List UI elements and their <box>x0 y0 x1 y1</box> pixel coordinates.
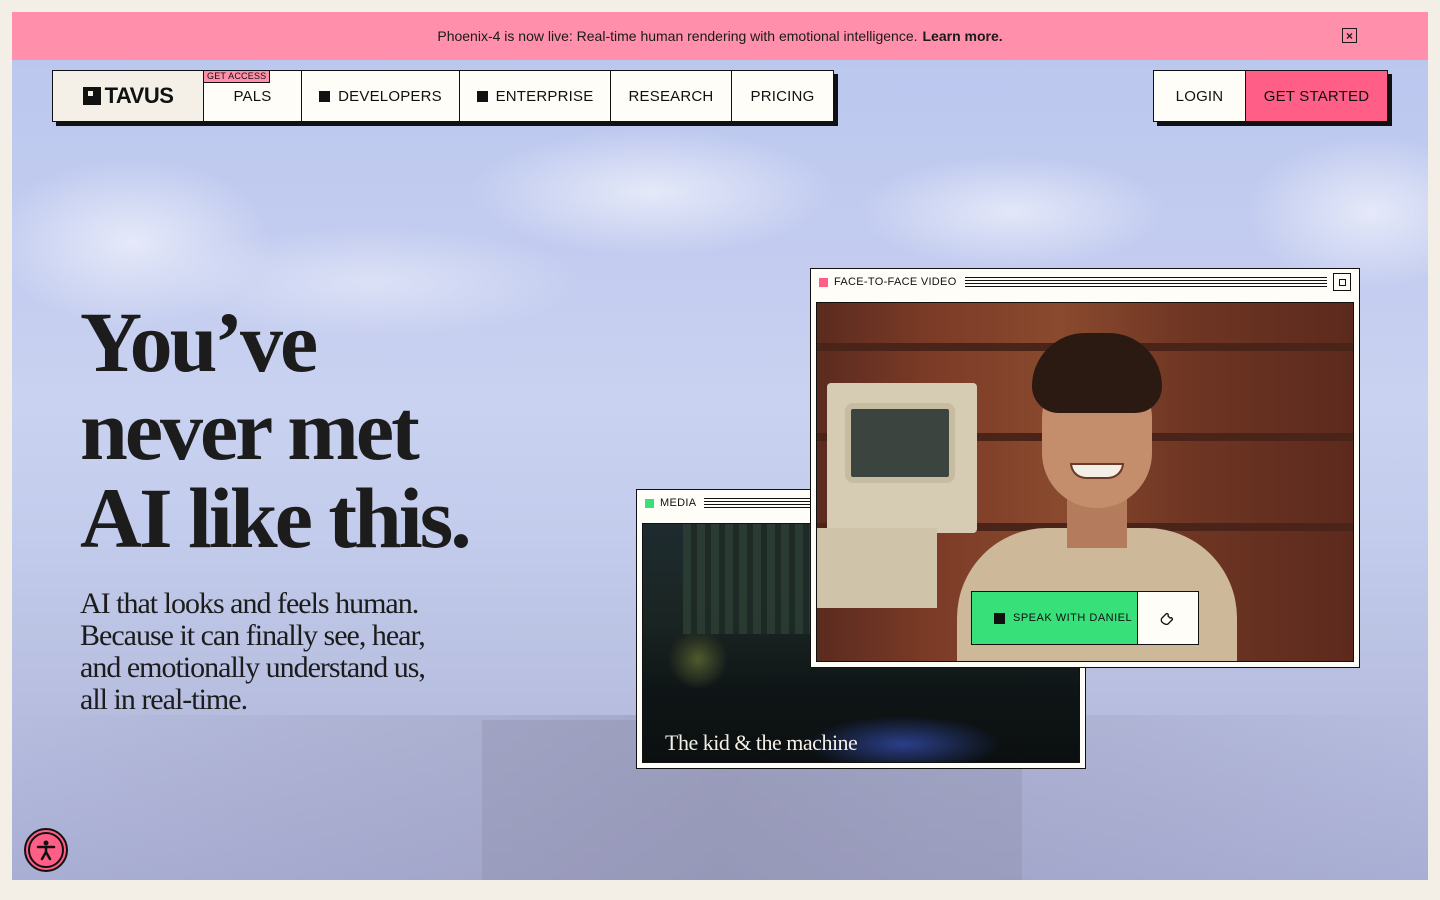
nav-item-label: PALS <box>233 87 272 105</box>
pink-dot-icon <box>819 277 828 287</box>
person-hair <box>1032 333 1162 413</box>
login-button[interactable]: LOGIN <box>1154 71 1245 121</box>
nav-item-enterprise[interactable]: ENTERPRISE <box>459 71 610 121</box>
get-started-button[interactable]: GET STARTED <box>1245 71 1387 121</box>
phone-icon <box>1160 612 1174 626</box>
square-icon <box>476 90 488 102</box>
square-icon <box>319 90 331 102</box>
speak-with-daniel-button[interactable]: SPEAK WITH DANIEL <box>972 592 1137 644</box>
hero-title: You’ve never met AI like this. <box>80 298 540 562</box>
media-scene-curtain <box>683 524 813 634</box>
phone-button[interactable] <box>1137 592 1198 644</box>
logo-text: TAVUS <box>104 83 174 108</box>
nav-item-label: RESEARCH <box>628 87 714 105</box>
nav-item-research[interactable]: RESEARCH <box>610 71 731 121</box>
main-nav: TAVUS GET ACCESS PALS DEVELOPERS ENTERPR… <box>52 70 834 122</box>
speak-controls: SPEAK WITH DANIEL <box>971 591 1199 645</box>
face-window-title: FACE-TO-FACE VIDEO <box>834 276 957 288</box>
media-window-title: MEDIA <box>660 497 697 509</box>
auth-nav: LOGIN GET STARTED <box>1153 70 1388 122</box>
speak-button-label: SPEAK WITH DANIEL <box>1013 612 1133 624</box>
green-dot-icon <box>645 498 654 508</box>
nav-item-label: PRICING <box>750 87 815 105</box>
hero-subtitle: AI that looks and feels human. Because i… <box>80 587 426 716</box>
person-smile <box>1070 463 1124 479</box>
nav-item-label: ENTERPRISE <box>495 87 594 105</box>
square-icon <box>994 612 1005 624</box>
face-to-face-window[interactable]: FACE-TO-FACE VIDEO SPEAK WITH DANIEL <box>810 268 1360 668</box>
hero-title-line: You’ve <box>80 294 318 390</box>
maximize-icon[interactable] <box>1333 273 1351 291</box>
close-icon[interactable]: × <box>1342 28 1357 43</box>
accessibility-button[interactable] <box>24 828 68 872</box>
hero-title-line: never met <box>80 382 420 478</box>
announcement-text: Phoenix-4 is now live: Real-time human r… <box>437 28 918 44</box>
learn-more-link[interactable]: Learn more. <box>923 28 1003 44</box>
nav-item-developers[interactable]: DEVELOPERS <box>301 71 459 121</box>
media-caption: The kid & the machine <box>665 730 858 755</box>
nav-item-label: DEVELOPERS <box>338 87 442 105</box>
announcement-bar: Phoenix-4 is now live: Real-time human r… <box>12 12 1428 60</box>
nav-item-pals[interactable]: GET ACCESS PALS <box>203 71 301 121</box>
tavus-logo[interactable]: TAVUS <box>53 71 203 121</box>
face-window-titlebar[interactable]: FACE-TO-FACE VIDEO <box>811 269 1359 295</box>
accessibility-icon <box>28 832 64 868</box>
logo-mark-icon <box>82 87 101 105</box>
accessibility-figure-icon <box>36 840 56 861</box>
titlebar-lines <box>964 276 1327 288</box>
nav-item-pricing[interactable]: PRICING <box>731 71 833 121</box>
get-access-badge: GET ACCESS <box>204 71 271 83</box>
hero-title-line: AI like this. <box>80 470 472 566</box>
computer-base <box>817 528 937 608</box>
